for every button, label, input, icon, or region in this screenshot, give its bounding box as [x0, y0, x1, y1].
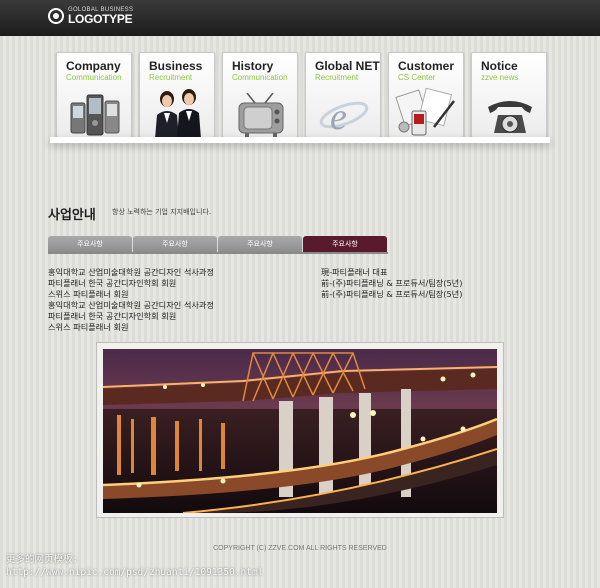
watermark-line: 更多的网页模板:	[6, 554, 79, 565]
logo-mark-icon	[48, 8, 64, 24]
nav-item-title: Customer	[398, 59, 455, 73]
tab-3[interactable]: 주요사항	[218, 236, 302, 252]
list-item: 前-(주)파티플래닝 & 프로듀서/팀장(5년)	[321, 289, 463, 299]
nav-item-subtitle: Communication	[232, 73, 288, 82]
nav-item-subtitle: CS Center	[398, 73, 436, 82]
top-bar: GOLOBAL BUSINESS LOGOTYPE	[0, 0, 600, 36]
section-subtitle: 항상 노력하는 기업 지지배입니다.	[112, 208, 212, 216]
list-item: 스위스 파티플래너 회원	[48, 322, 129, 332]
nav-item-title: Notice	[481, 59, 518, 73]
watermark-url: http://www.nipic.com/psd/zhuanti/1091350…	[6, 567, 264, 578]
tab-2[interactable]: 주요사항	[133, 236, 217, 252]
svg-text:e: e	[330, 96, 347, 138]
office-tools-icon	[389, 85, 463, 137]
nav-item-subtitle: zzve news	[481, 73, 519, 82]
nav-item-subtitle: Recruitment	[149, 73, 193, 82]
business-people-icon	[140, 85, 214, 137]
list-item: 現-파티플래너 대표	[321, 267, 388, 277]
tab-1[interactable]: 주요사항	[48, 236, 132, 252]
photo-frame	[96, 342, 504, 518]
career-list-left: 홍익대학교 산업미술대학원 공간디자인 석사과정 파티플래너 한국 공간디자인학…	[48, 267, 214, 333]
nav-item-global-net[interactable]: Global NET Recruitment e	[305, 52, 381, 138]
nav-item-subtitle: Recruitment	[315, 73, 359, 82]
television-icon	[223, 85, 297, 137]
list-item: 前-(주)파티플래닝 & 프로듀서/팀장(5년)	[321, 278, 463, 288]
nav-item-company[interactable]: Company Communication	[56, 52, 132, 138]
bridge-night-photo	[103, 349, 497, 513]
nav-item-title: History	[232, 59, 274, 73]
nav-item-title: Business	[149, 59, 203, 73]
tab-underline	[48, 252, 388, 254]
nav-item-title: Global NET	[315, 59, 380, 73]
nav-item-history[interactable]: History Communication	[222, 52, 298, 138]
internet-explorer-icon: e	[306, 85, 380, 138]
section-title: 사업안내	[48, 208, 96, 223]
nav-item-title: Company	[66, 59, 121, 73]
nav-item-notice[interactable]: Notice zzve news	[471, 52, 547, 138]
phone-devices-icon	[57, 85, 131, 137]
nav-item-subtitle: Communication	[66, 73, 122, 82]
list-item: 파티플래너 한국 공간디자인학회 회원	[48, 278, 177, 288]
career-list-right: 現-파티플래너 대표 前-(주)파티플래닝 & 프로듀서/팀장(5년) 前-(주…	[321, 267, 462, 300]
list-item: 홍익대학교 산업미술대학원 공간디자인 석사과정	[48, 267, 214, 277]
nav-item-business[interactable]: Business Recruitment	[139, 52, 215, 138]
nav-shelf	[50, 137, 550, 143]
logo[interactable]: GOLOBAL BUSINESS LOGOTYPE	[48, 7, 133, 25]
copyright: COPYRIGHT (C) ZZVE.COM ALL RIGHTS RESERV…	[213, 545, 387, 552]
list-item: 홍익대학교 산업미술대학원 공간디자인 석사과정	[48, 300, 214, 310]
tab-4-active[interactable]: 주요사항	[303, 236, 387, 252]
list-item: 스위스 파티플래너 회원	[48, 289, 129, 299]
main-nav: Company Communication Business Recruitme…	[56, 52, 548, 142]
tab-bar: 주요사항 주요사항 주요사항 주요사항	[48, 236, 390, 252]
logo-name: LOGOTYPE	[68, 12, 133, 26]
nav-item-customer[interactable]: Customer CS Center	[388, 52, 464, 138]
list-item: 파티플래너 한국 공간디자인학회 회원	[48, 311, 177, 321]
rotary-telephone-icon	[472, 85, 546, 137]
watermark: 更多的网页模板: http://www.nipic.com/psd/zhuant…	[6, 553, 263, 579]
